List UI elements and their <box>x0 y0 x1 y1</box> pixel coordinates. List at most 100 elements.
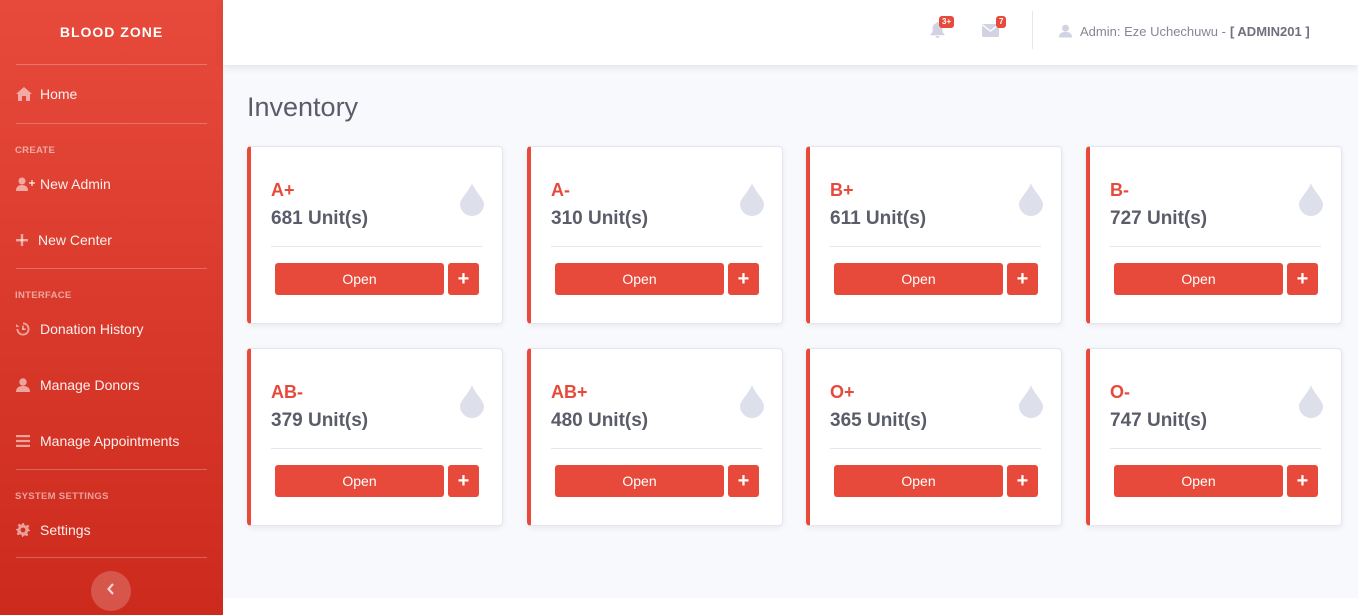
section-heading-interface: INTERFACE <box>15 290 72 301</box>
section-heading-system-settings: SYSTEM SETTINGS <box>15 491 109 502</box>
sidebar-item-new-admin[interactable]: New Admin <box>0 156 223 212</box>
blood-type: O+ <box>830 382 855 402</box>
section-heading-create: CREATE <box>15 145 56 156</box>
inventory-card: A+ 681 Unit(s) Open + <box>247 146 503 324</box>
sidebar-divider <box>16 123 207 124</box>
blood-drop-icon <box>740 183 764 221</box>
sidebar-divider <box>16 268 207 269</box>
inventory-card: AB+ 480 Unit(s) Open + <box>527 348 783 526</box>
sidebar-item-donation-history[interactable]: Donation History <box>0 301 223 357</box>
inventory-card: O+ 365 Unit(s) Open + <box>806 348 1062 526</box>
user-icon <box>16 377 36 393</box>
unit-count: 310 Unit(s) <box>551 208 649 229</box>
blood-drop-icon <box>460 183 484 221</box>
brand-logo[interactable]: BLOOD ZONE <box>0 0 223 64</box>
card-divider <box>271 246 482 247</box>
inventory-card: AB- 379 Unit(s) Open + <box>247 348 503 526</box>
sidebar-item-settings[interactable]: Settings <box>0 502 223 558</box>
blood-type: AB+ <box>551 382 588 402</box>
open-button[interactable]: Open <box>1114 465 1283 497</box>
open-button[interactable]: Open <box>834 465 1003 497</box>
blood-type: A- <box>551 180 570 200</box>
sidebar-item-label: Donation History <box>40 321 144 337</box>
topbar: 3+ 7 Admin: Eze Uchechuwu - [ ADMIN201 ] <box>223 0 1358 65</box>
topbar-divider <box>1032 11 1033 49</box>
add-units-button[interactable]: + <box>728 263 759 295</box>
open-button[interactable]: Open <box>275 263 444 295</box>
chevron-left-icon <box>107 582 115 600</box>
unit-count: 480 Unit(s) <box>551 410 649 431</box>
sidebar-item-home[interactable]: Home <box>0 65 223 123</box>
sidebar-item-new-center[interactable]: New Center <box>0 212 223 268</box>
unit-count: 681 Unit(s) <box>271 208 369 229</box>
add-units-button[interactable]: + <box>1287 263 1318 295</box>
card-divider <box>1110 246 1321 247</box>
unit-count: 379 Unit(s) <box>271 410 369 431</box>
sidebar: BLOOD ZONE Home CREATE New Admin New Cen… <box>0 0 223 615</box>
blood-type: O- <box>1110 382 1130 402</box>
main-content: Inventory A+ 681 Unit(s) Open + A- 310 U… <box>223 65 1358 598</box>
sidebar-item-label: Manage Donors <box>40 377 140 393</box>
inventory-card: B- 727 Unit(s) Open + <box>1086 146 1342 324</box>
sidebar-divider <box>16 557 207 558</box>
add-units-button[interactable]: + <box>1007 465 1038 497</box>
sidebar-item-label: New Admin <box>40 176 111 192</box>
unit-count: 611 Unit(s) <box>830 208 927 229</box>
inventory-card: O- 747 Unit(s) Open + <box>1086 348 1342 526</box>
card-divider <box>830 448 1041 449</box>
card-divider <box>271 448 482 449</box>
user-name: Admin: Eze Uchechuwu - <box>1080 23 1226 39</box>
history-icon <box>16 321 36 337</box>
list-icon <box>16 433 36 449</box>
sidebar-item-manage-donors[interactable]: Manage Donors <box>0 357 223 413</box>
gear-icon <box>16 522 36 538</box>
inventory-card: B+ 611 Unit(s) Open + <box>806 146 1062 324</box>
user-menu[interactable]: Admin: Eze Uchechuwu - [ ADMIN201 ] <box>1059 0 1314 62</box>
alerts-badge: 3+ <box>939 16 955 28</box>
page-title: Inventory <box>247 92 359 122</box>
add-units-button[interactable]: + <box>1287 465 1318 497</box>
unit-count: 365 Unit(s) <box>830 410 928 431</box>
card-divider <box>1110 448 1321 449</box>
messages-badge: 7 <box>996 16 1007 28</box>
inventory-card: A- 310 Unit(s) Open + <box>527 146 783 324</box>
blood-drop-icon <box>1299 183 1323 221</box>
blood-type: B- <box>1110 180 1129 200</box>
open-button[interactable]: Open <box>555 263 724 295</box>
home-icon <box>16 86 36 102</box>
card-divider <box>551 246 762 247</box>
open-button[interactable]: Open <box>275 465 444 497</box>
user-plus-icon <box>16 176 36 192</box>
open-button[interactable]: Open <box>1114 263 1283 295</box>
footer <box>223 598 1358 615</box>
user-id: [ ADMIN201 ] <box>1229 23 1310 39</box>
blood-type: B+ <box>830 180 854 200</box>
sidebar-item-label: Home <box>40 86 78 102</box>
sidebar-toggle-button[interactable] <box>91 571 131 611</box>
add-units-button[interactable]: + <box>448 465 479 497</box>
alerts-button[interactable]: 3+ <box>930 16 955 43</box>
messages-button[interactable]: 7 <box>982 16 1007 42</box>
blood-type: A+ <box>271 180 295 200</box>
blood-type: AB- <box>271 382 303 402</box>
add-units-button[interactable]: + <box>1007 263 1038 295</box>
open-button[interactable]: Open <box>555 465 724 497</box>
card-divider <box>830 246 1041 247</box>
sidebar-item-manage-appointments[interactable]: Manage Appointments <box>0 413 223 469</box>
sidebar-item-label: Settings <box>40 522 91 538</box>
card-divider <box>551 448 762 449</box>
unit-count: 727 Unit(s) <box>1110 208 1208 229</box>
blood-drop-icon <box>1019 385 1043 423</box>
plus-icon <box>16 232 34 248</box>
unit-count: 747 Unit(s) <box>1110 410 1208 431</box>
sidebar-item-label: New Center <box>38 232 112 248</box>
blood-drop-icon <box>740 385 764 423</box>
add-units-button[interactable]: + <box>728 465 759 497</box>
sidebar-item-label: Manage Appointments <box>40 433 180 449</box>
open-button[interactable]: Open <box>834 263 1003 295</box>
user-icon <box>1059 24 1072 38</box>
blood-drop-icon <box>1019 183 1043 221</box>
add-units-button[interactable]: + <box>448 263 479 295</box>
sidebar-divider <box>16 469 207 470</box>
blood-drop-icon <box>1299 385 1323 423</box>
